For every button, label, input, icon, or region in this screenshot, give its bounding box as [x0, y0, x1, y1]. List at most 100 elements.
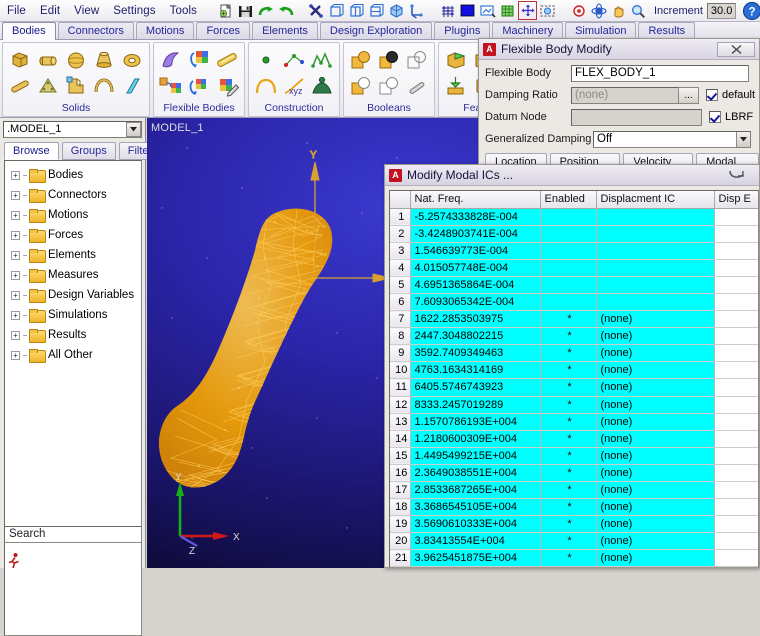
cell-enabled[interactable]: *	[540, 361, 597, 380]
cell-displacement-ic[interactable]: (none)	[596, 464, 715, 483]
table-row[interactable]: 13 1.1570786193E+004 * (none)	[390, 413, 758, 431]
dialog-title-bar[interactable]: A Modify Modal ICs ...	[385, 165, 759, 186]
row-number[interactable]: 14	[390, 430, 411, 448]
table-row[interactable]: 20 3.83413554E+004 * (none)	[390, 532, 758, 551]
cell-enabled[interactable]	[540, 276, 597, 294]
cell-displacement-ic[interactable]	[596, 225, 715, 243]
cell-disp-e[interactable]	[714, 310, 758, 329]
cell-enabled[interactable]: *	[540, 481, 597, 500]
table-row[interactable]: 15 1.4495499215E+004 * (none)	[390, 447, 758, 465]
table-row[interactable]: 16 2.3649038551E+004 * (none)	[390, 464, 758, 483]
undo-icon[interactable]	[276, 1, 295, 20]
tree-item-all-other[interactable]: + All Other	[5, 345, 141, 365]
cell-disp-e[interactable]	[714, 225, 758, 243]
flex-swap-icon[interactable]	[186, 74, 212, 99]
cell-nat-freq[interactable]: 3592.7409349463	[410, 344, 541, 363]
save-icon[interactable]	[236, 1, 255, 20]
cell-disp-e[interactable]	[714, 344, 758, 363]
cell-displacement-ic[interactable]: (none)	[596, 378, 715, 397]
feature-chamfer-icon[interactable]	[443, 48, 469, 73]
construction-spline-icon[interactable]: xyz	[281, 74, 307, 99]
column-header-rownum[interactable]	[390, 191, 411, 209]
rigid-plane-icon[interactable]	[119, 74, 145, 99]
cell-displacement-ic[interactable]: (none)	[596, 396, 715, 414]
tree-item-motions[interactable]: + Motions	[5, 205, 141, 225]
cell-nat-freq[interactable]: 1622.2853503975	[410, 310, 541, 329]
default-checkbox[interactable]	[706, 89, 718, 101]
table-row[interactable]: 9 3592.7409349463 * (none)	[390, 344, 758, 363]
box-side-view-icon[interactable]	[347, 1, 366, 20]
table-row[interactable]: 8 2447.3048802215 * (none)	[390, 327, 758, 346]
table-row[interactable]: 12 8333.2457019289 * (none)	[390, 396, 758, 414]
cell-nat-freq[interactable]: 4.6951365864E-004	[410, 276, 541, 294]
cell-enabled[interactable]: *	[540, 378, 597, 397]
redo-icon[interactable]	[256, 1, 275, 20]
cell-disp-e[interactable]	[714, 447, 758, 465]
tab-bodies[interactable]: Bodies	[2, 22, 56, 40]
tree-item-measures[interactable]: + Measures	[5, 265, 141, 285]
row-number[interactable]: 1	[390, 208, 411, 226]
flex-beam-icon[interactable]	[214, 48, 240, 73]
cell-displacement-ic[interactable]: (none)	[596, 344, 715, 363]
column-header-disp-e[interactable]: Disp E	[714, 191, 758, 209]
table-row[interactable]: 7 1622.2853503975 * (none)	[390, 310, 758, 329]
close-icon[interactable]	[717, 41, 755, 57]
row-number[interactable]: 6	[390, 293, 411, 312]
generalized-damping-select[interactable]: Off	[593, 130, 751, 148]
render-mesh-icon[interactable]	[438, 1, 457, 20]
expand-icon[interactable]: +	[11, 210, 20, 220]
construction-point-icon[interactable]	[253, 48, 279, 73]
table-row[interactable]: 18 3.3686545105E+004 * (none)	[390, 498, 758, 517]
cell-disp-e[interactable]	[714, 327, 758, 346]
row-number[interactable]: 11	[390, 378, 411, 397]
cell-displacement-ic[interactable]: (none)	[596, 532, 715, 551]
column-header-displacement-ic[interactable]: Displacment IC	[596, 191, 715, 209]
expand-icon[interactable]: +	[11, 330, 20, 340]
menu-edit[interactable]: Edit	[33, 3, 67, 19]
flexible-body-input[interactable]: FLEX_BODY_1	[571, 64, 749, 82]
row-number[interactable]: 20	[390, 532, 411, 551]
cell-displacement-ic[interactable]: (none)	[596, 481, 715, 500]
rigid-to-flex-icon[interactable]	[186, 48, 212, 73]
cell-disp-e[interactable]	[714, 481, 758, 500]
cell-disp-e[interactable]	[714, 378, 758, 397]
cell-nat-freq[interactable]: -5.2574333828E-004	[410, 208, 541, 226]
table-row[interactable]: 2 -3.4248903741E-004	[390, 225, 758, 243]
tree-item-forces[interactable]: + Forces	[5, 225, 141, 245]
cell-enabled[interactable]: *	[540, 532, 597, 551]
column-header-nat-freq[interactable]: Nat. Freq.	[410, 191, 541, 209]
row-number[interactable]: 9	[390, 344, 411, 363]
construction-marker-icon[interactable]	[281, 48, 307, 73]
boolean-unite-icon[interactable]	[348, 48, 374, 73]
damping-ratio-input[interactable]: (none)	[571, 86, 679, 104]
rigid-box-icon[interactable]	[7, 48, 33, 73]
cell-disp-e[interactable]	[714, 498, 758, 517]
cell-nat-freq[interactable]: 3.9625451875E+004	[410, 549, 541, 567]
rigid-torus-icon[interactable]	[119, 48, 145, 73]
cell-nat-freq[interactable]: 6405.5746743923	[410, 378, 541, 397]
cell-displacement-ic[interactable]	[596, 208, 715, 226]
cell-disp-e[interactable]	[714, 464, 758, 483]
cell-enabled[interactable]: *	[540, 327, 597, 346]
rigid-frustum-icon[interactable]	[91, 48, 117, 73]
tab-results[interactable]: Results	[638, 22, 696, 39]
cell-enabled[interactable]	[540, 242, 597, 260]
expand-icon[interactable]: +	[11, 270, 20, 280]
cell-nat-freq[interactable]: 2.8533687265E+004	[410, 481, 541, 500]
row-number[interactable]: 18	[390, 498, 411, 517]
tab-machinery[interactable]: Machinery	[492, 22, 564, 39]
table-row[interactable]: 6 7.6093065342E-004	[390, 293, 758, 312]
cell-displacement-ic[interactable]	[596, 276, 715, 294]
menu-file[interactable]: File	[0, 3, 33, 19]
cell-enabled[interactable]: *	[540, 498, 597, 517]
default-checkbox-row[interactable]: default	[706, 89, 755, 101]
zoom-icon[interactable]	[629, 1, 648, 20]
expand-icon[interactable]: +	[11, 190, 20, 200]
screenshot-icon[interactable]	[478, 1, 497, 20]
construction-curve-icon[interactable]	[309, 74, 335, 99]
cell-nat-freq[interactable]: 4763.1634314169	[410, 361, 541, 380]
cell-enabled[interactable]: *	[540, 344, 597, 363]
cell-displacement-ic[interactable]: (none)	[596, 498, 715, 517]
expand-icon[interactable]: +	[11, 290, 20, 300]
cell-enabled[interactable]: *	[540, 447, 597, 465]
